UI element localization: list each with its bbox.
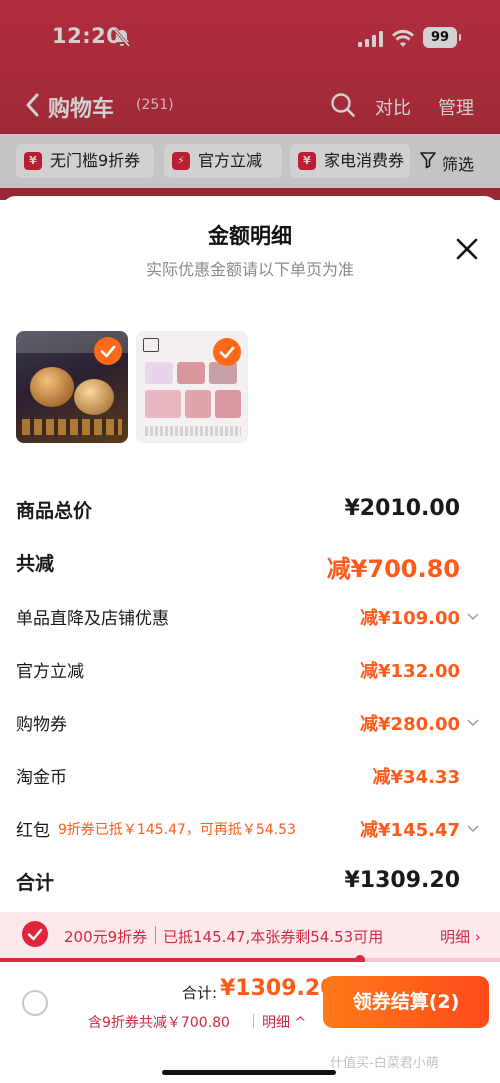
swatch-image: [145, 390, 181, 418]
row-label: 合计: [16, 872, 55, 894]
savings-text: 含9折券共减￥700.80: [88, 1015, 230, 1031]
selected-check-icon[interactable]: [213, 338, 241, 366]
product-thumbnail-cream[interactable]: [16, 331, 128, 443]
row-label: 商品总价: [16, 500, 93, 522]
chevron-down-icon[interactable]: [467, 612, 479, 622]
row-total-discount: 共减 减¥700.80: [0, 549, 500, 583]
product-row-image: [22, 419, 122, 435]
row-value: 减¥280.00: [360, 714, 460, 735]
coupon-name: 200元9折券: [64, 928, 148, 946]
row-value: 减¥34.33: [372, 767, 460, 788]
watermark: 什值买-白菜君小萌: [330, 1056, 439, 1071]
coupon-description: 已抵145.47,本张券剩54.53可用: [163, 928, 384, 946]
select-all-checkbox[interactable]: [22, 990, 48, 1016]
swatch-image: [145, 362, 173, 384]
product-jar-image: [30, 367, 74, 407]
total-value: ¥1309.20: [220, 976, 336, 1001]
row-item-discount[interactable]: 单品直降及店铺优惠 减¥109.00: [0, 604, 500, 634]
row-value: ¥1309.20: [344, 868, 460, 893]
row-red-packet[interactable]: 红包 9折券已抵￥145.47，可再抵￥54.53 减¥145.47: [0, 816, 500, 846]
row-value: 减¥145.47: [360, 820, 460, 841]
brand-logo: [143, 338, 159, 352]
row-official-discount: 官方立减 减¥132.00: [0, 657, 500, 687]
sheet-subtitle: 实际优惠金额请以下单页为准: [145, 260, 354, 279]
row-label: 淘金币: [16, 768, 67, 788]
close-icon[interactable]: [452, 234, 482, 264]
row-label: 单品直降及店铺优惠: [16, 609, 169, 629]
swatch-image: [185, 390, 211, 418]
product-thumbnail-lipstick[interactable]: [136, 331, 248, 443]
modal-overlay[interactable]: [0, 0, 500, 200]
coupon-check-icon[interactable]: [22, 921, 48, 947]
row-label: 购物券: [16, 715, 67, 735]
checkout-button[interactable]: 领券结算(2): [323, 976, 489, 1028]
savings-detail-link[interactable]: 明细 ^: [262, 1012, 306, 1032]
row-value: 减¥109.00: [360, 608, 460, 629]
swatch-image: [215, 390, 241, 418]
swatch-image: [177, 362, 205, 384]
sheet-title: 金额明细: [208, 224, 292, 248]
product-jar-image: [74, 379, 114, 415]
chevron-down-icon[interactable]: [467, 824, 479, 834]
row-shopping-coupon[interactable]: 购物券 减¥280.00: [0, 710, 500, 740]
row-value: 减¥132.00: [360, 661, 460, 682]
home-indicator: [162, 1070, 336, 1075]
row-label: 共减: [16, 553, 55, 575]
fine-print: [145, 426, 241, 436]
selected-check-icon[interactable]: [94, 337, 122, 365]
divider: [155, 926, 156, 944]
red-packet-note: 9折券已抵￥145.47，可再抵￥54.53: [58, 822, 296, 838]
row-value: ¥2010.00: [344, 496, 460, 521]
coupon-detail-link[interactable]: 明细 ›: [440, 926, 481, 947]
row-label: 官方立减: [16, 662, 84, 682]
row-label: 红包: [16, 821, 50, 841]
total-label: 合计:: [182, 984, 218, 1002]
divider: [253, 1014, 254, 1028]
row-gold-coins: 淘金币 减¥34.33: [0, 763, 500, 793]
row-total-price: 商品总价 ¥2010.00: [0, 496, 500, 526]
coupon-applied-bar[interactable]: 200元9折券 已抵145.47,本张券剩54.53可用 明细 ›: [0, 912, 500, 958]
row-value: 减¥700.80: [326, 555, 460, 583]
row-grand-total: 合计 ¥1309.20: [0, 868, 500, 898]
chevron-down-icon[interactable]: [467, 718, 479, 728]
